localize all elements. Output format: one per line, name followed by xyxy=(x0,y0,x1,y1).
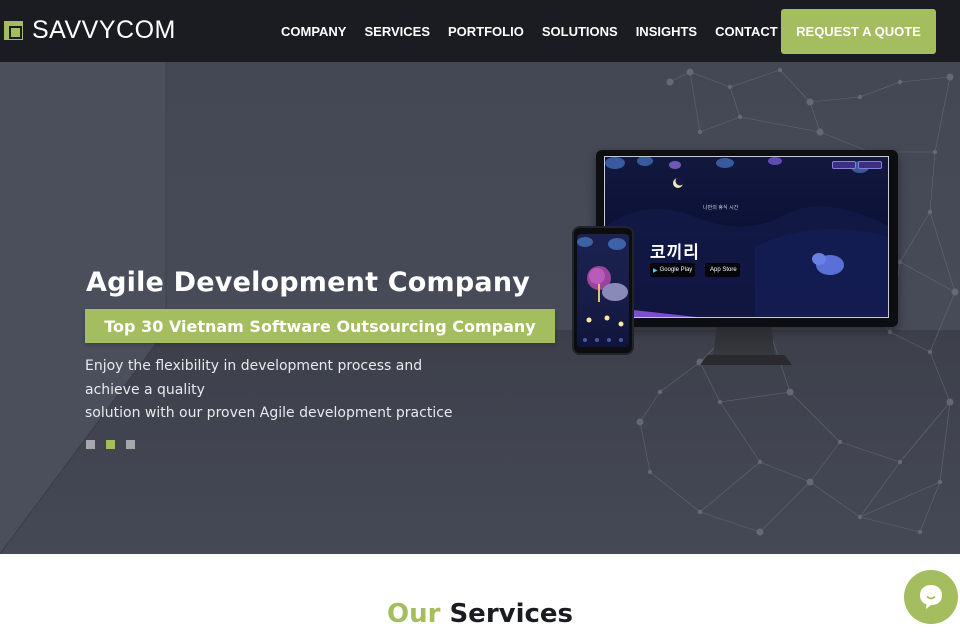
hero-slider: Agile Development Company Top 30 Vietnam… xyxy=(0,62,960,554)
slider-pagination xyxy=(86,440,146,449)
network-node xyxy=(932,149,938,155)
network-node xyxy=(946,73,954,81)
network-node xyxy=(846,278,854,286)
network-node xyxy=(867,149,873,155)
network-node xyxy=(837,439,843,445)
network-node xyxy=(647,469,653,475)
nav-item-portfolio[interactable]: PORTFOLIO xyxy=(448,24,524,39)
slider-dot-3[interactable] xyxy=(126,440,135,449)
services-title: Our Services xyxy=(0,599,960,629)
network-node xyxy=(857,94,863,100)
network-node xyxy=(806,478,814,486)
network-node xyxy=(917,529,923,535)
network-node xyxy=(887,329,893,335)
network-node xyxy=(806,98,814,106)
network-node xyxy=(737,114,743,120)
services-title-rest: Services xyxy=(440,599,574,629)
network-node xyxy=(686,68,694,76)
network-node xyxy=(717,399,723,405)
site-header: SAVVYCOM COMPANY SERVICES PORTFOLIO SOLU… xyxy=(0,0,960,62)
nav-item-services[interactable]: SERVICES xyxy=(364,24,430,39)
logo-text: SAVVYCOM xyxy=(32,16,176,44)
request-quote-button[interactable]: REQUEST A QUOTE xyxy=(781,9,936,54)
services-title-accent: Our xyxy=(386,599,441,629)
network-node xyxy=(897,79,903,85)
hero-title: Agile Development Company xyxy=(86,267,531,298)
chat-bubble-icon xyxy=(920,585,942,609)
network-node xyxy=(937,479,943,485)
network-node xyxy=(786,388,794,396)
network-node xyxy=(897,259,903,265)
network-node xyxy=(757,299,763,305)
network-node xyxy=(756,528,764,536)
hero-description-line: solution with our proven Agile developme… xyxy=(85,405,453,421)
network-node xyxy=(857,514,863,520)
hero-description: Enjoy the flexibility in development pro… xyxy=(85,355,453,426)
network-node xyxy=(697,129,703,135)
hero-description-line: achieve a quality xyxy=(85,381,205,398)
network-node xyxy=(897,459,903,465)
chat-widget-button[interactable] xyxy=(904,570,958,624)
network-node xyxy=(727,84,733,90)
network-node xyxy=(757,459,763,465)
network-node xyxy=(666,78,674,86)
network-node xyxy=(816,128,824,136)
network-node xyxy=(697,509,703,515)
network-node xyxy=(927,209,933,215)
network-node xyxy=(927,349,933,355)
network-node xyxy=(951,288,959,296)
logo[interactable]: SAVVYCOM xyxy=(4,18,176,43)
network-node xyxy=(636,418,644,426)
main-nav: COMPANY SERVICES PORTFOLIO SOLUTIONS INS… xyxy=(281,0,796,62)
nav-item-contact[interactable]: CONTACT xyxy=(715,24,778,39)
slider-dot-1[interactable] xyxy=(86,440,95,449)
network-node xyxy=(817,269,823,275)
slider-dot-2[interactable] xyxy=(106,440,115,449)
logo-mark-icon xyxy=(4,21,23,40)
network-node xyxy=(696,358,704,366)
hero-background xyxy=(0,62,960,554)
network-node xyxy=(777,67,783,73)
network-node xyxy=(657,389,663,395)
nav-item-solutions[interactable]: SOLUTIONS xyxy=(542,24,618,39)
network-node xyxy=(946,398,954,406)
hero-description-line: Enjoy the flexibility in development pro… xyxy=(85,358,423,374)
hero-badge: Top 30 Vietnam Software Outsourcing Comp… xyxy=(85,309,555,343)
nav-item-insights[interactable]: INSIGHTS xyxy=(636,24,697,39)
nav-item-company[interactable]: COMPANY xyxy=(281,24,346,39)
